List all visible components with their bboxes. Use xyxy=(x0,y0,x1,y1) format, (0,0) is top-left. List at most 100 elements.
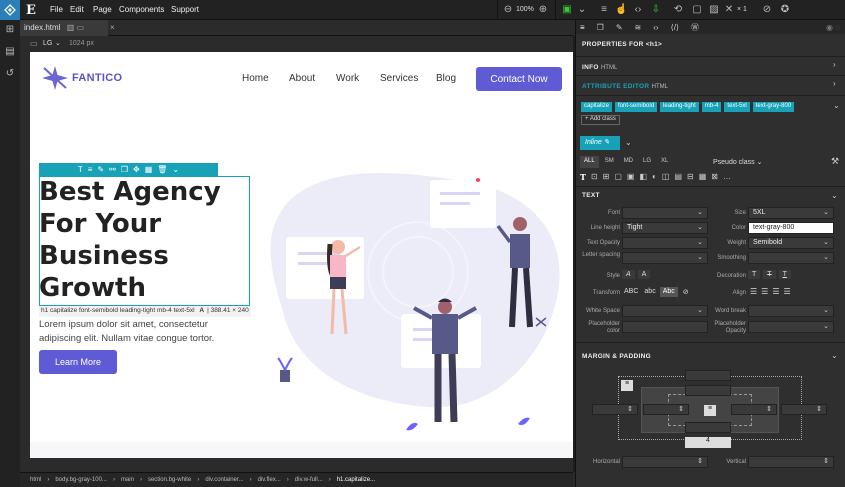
zoom-in-icon[interactable]: ⊕ xyxy=(537,4,549,16)
no-decoration-button[interactable]: T xyxy=(748,270,761,279)
breadcrumb-item[interactable]: section.bg-white xyxy=(148,477,191,483)
breakpoint-md[interactable]: MD xyxy=(620,156,637,168)
app-logo-icon[interactable] xyxy=(0,0,20,20)
link-icon[interactable]: ⚯ xyxy=(109,165,116,174)
info-section-header[interactable]: INFO HTML xyxy=(582,62,617,71)
no-transform-icon[interactable]: ⊘ xyxy=(680,287,692,297)
tab-html-icon[interactable]: ⟨/⟩ xyxy=(671,23,679,32)
monitor-icon[interactable]: ▭ xyxy=(30,39,38,48)
file-tab[interactable]: index.html ▥ ▭ xyxy=(20,20,108,36)
brand-logo-icon[interactable] xyxy=(40,64,68,90)
tab-style-icon[interactable]: ✎ xyxy=(616,23,623,32)
lowercase-button[interactable]: abc xyxy=(642,287,657,297)
split-view-icon[interactable]: ▥ ▭ xyxy=(67,23,84,32)
horizontal-select[interactable]: ⇕ xyxy=(622,456,708,468)
sliders-icon[interactable]: ≡ xyxy=(88,165,93,174)
white-space-select[interactable]: ⌄ xyxy=(622,305,708,317)
breadcrumb-item[interactable]: body.bg-gray-100... xyxy=(55,477,107,483)
margin-bottom-input[interactable]: 4 xyxy=(685,437,731,448)
tools-icon[interactable]: ⚒ xyxy=(831,156,839,167)
class-tag[interactable]: leading-tight xyxy=(660,102,699,112)
letter-spacing-select[interactable]: ⌄ xyxy=(622,252,708,264)
chevron-down-icon[interactable]: ⌄ xyxy=(833,101,840,110)
tab-animation-icon[interactable]: ≋ xyxy=(635,23,642,32)
brush-icon[interactable]: ✎ xyxy=(97,165,104,174)
link-margins-icon[interactable]: ≡ xyxy=(621,380,633,391)
grid-icon[interactable]: ▦ xyxy=(145,165,153,174)
code-icon[interactable]: ‹› xyxy=(632,4,644,16)
shadow-icon[interactable]: ◫ xyxy=(662,172,670,182)
breakpoint-lg[interactable]: LG xyxy=(639,156,655,168)
breakpoint-xl[interactable]: XL xyxy=(657,156,672,168)
chevron-down-icon[interactable]: ⌄ xyxy=(625,138,632,147)
pseudo-class-select[interactable]: Pseudo class ⌄ xyxy=(713,158,762,166)
font-select[interactable]: ⌄ xyxy=(622,207,708,219)
tab-code-icon[interactable]: ‹› xyxy=(653,23,658,32)
nav-home[interactable]: Home xyxy=(242,73,269,84)
viewport-size[interactable]: LG xyxy=(43,40,52,47)
padding-top-input[interactable] xyxy=(685,385,731,396)
strike-button[interactable]: T xyxy=(763,270,776,279)
tab-layers-icon[interactable]: ❐ xyxy=(597,23,604,32)
attribute-editor-header[interactable]: ATTRIBUTE EDITOR HTML xyxy=(582,81,668,90)
breadcrumb-item[interactable]: div.w-full... xyxy=(295,477,323,483)
nav-work[interactable]: Work xyxy=(336,73,359,84)
class-tag[interactable]: mb-4 xyxy=(701,102,722,112)
layout-toggle-icon[interactable]: ▣ xyxy=(561,4,573,16)
padding-bottom-input[interactable] xyxy=(685,422,731,433)
breadcrumb-item[interactable]: html xyxy=(30,477,41,483)
history-icon[interactable]: ⟲ xyxy=(672,4,684,16)
help-icon[interactable]: ✪ xyxy=(779,4,791,16)
delete-icon[interactable]: ✕ xyxy=(723,4,735,16)
breakpoint-sm[interactable]: SM xyxy=(601,156,618,168)
margin-top-input[interactable] xyxy=(685,370,731,381)
breakpoint-all[interactable]: ALL xyxy=(580,156,599,168)
chevron-down-icon[interactable]: ⌄ xyxy=(831,351,838,360)
preview-icon[interactable]: ▢ xyxy=(691,4,703,16)
menu-edit[interactable]: Edit xyxy=(70,5,84,14)
copy-icon[interactable]: ❐ xyxy=(121,165,128,174)
color-input[interactable]: text-gray-800 xyxy=(748,222,834,234)
text-section-header[interactable]: TEXT xyxy=(582,192,600,199)
components-icon[interactable]: ▤ xyxy=(4,46,16,58)
zoom-out-icon[interactable]: ⊖ xyxy=(502,4,514,16)
chevron-down-icon[interactable]: ⌄ xyxy=(831,191,838,200)
tab-properties-icon[interactable]: ≡ xyxy=(580,23,585,32)
editor-mode-icon[interactable]: E xyxy=(22,0,40,20)
transition-icon[interactable]: ⊟ xyxy=(687,172,694,182)
vertical-select[interactable]: ⇕ xyxy=(748,456,834,468)
add-class-button[interactable]: + Add class xyxy=(581,115,620,125)
effects-icon[interactable]: ▤ xyxy=(674,172,682,182)
nav-services[interactable]: Services xyxy=(380,73,418,84)
more-icon[interactable]: … xyxy=(723,172,731,182)
chevron-right-icon[interactable]: › xyxy=(833,60,836,69)
normal-style-button[interactable]: A xyxy=(637,270,651,279)
background-icon[interactable]: ▣ xyxy=(627,172,635,182)
fill-icon[interactable]: ◧ xyxy=(639,172,647,182)
trash-icon[interactable]: 🗑 xyxy=(157,165,167,174)
capitalize-button[interactable]: Abc xyxy=(659,287,678,297)
align-center-icon[interactable]: ☰ xyxy=(761,287,768,296)
italic-button[interactable]: A xyxy=(622,270,635,279)
spacing-icon[interactable]: ⊡ xyxy=(591,172,598,182)
new-page-icon[interactable]: ⊞ xyxy=(4,24,16,36)
visibility-icon[interactable]: ◉ ◌ xyxy=(826,23,840,32)
menu-components[interactable]: Components xyxy=(119,5,164,14)
contact-button[interactable]: Contact Now xyxy=(476,67,562,91)
pointer-hand-icon[interactable]: ☝ xyxy=(615,4,627,16)
breadcrumb-item-current[interactable]: h1.capitalize... xyxy=(337,477,375,483)
export-icon[interactable]: ⇩ xyxy=(650,4,662,16)
uppercase-button[interactable]: ABC xyxy=(622,287,640,297)
layout-icon[interactable]: ⊞ xyxy=(603,172,610,182)
eye-off-icon[interactable]: ⊘ xyxy=(761,4,773,16)
undo-icon[interactable]: ↺ xyxy=(4,68,16,80)
menu-page[interactable]: Page xyxy=(93,5,112,14)
menu-file[interactable]: File xyxy=(50,5,63,14)
padding-left-input[interactable]: ⇕ xyxy=(643,404,689,415)
misc-icon[interactable]: ⊠ xyxy=(711,172,718,182)
class-tag[interactable]: capitalize xyxy=(581,102,613,112)
text-opacity-select[interactable]: ⌄ xyxy=(622,237,708,249)
align-justify-icon[interactable]: ☰ xyxy=(784,287,791,296)
inline-button[interactable]: Inline ✎ xyxy=(580,136,620,150)
line-height-select[interactable]: Tight ⌄ xyxy=(622,222,708,234)
